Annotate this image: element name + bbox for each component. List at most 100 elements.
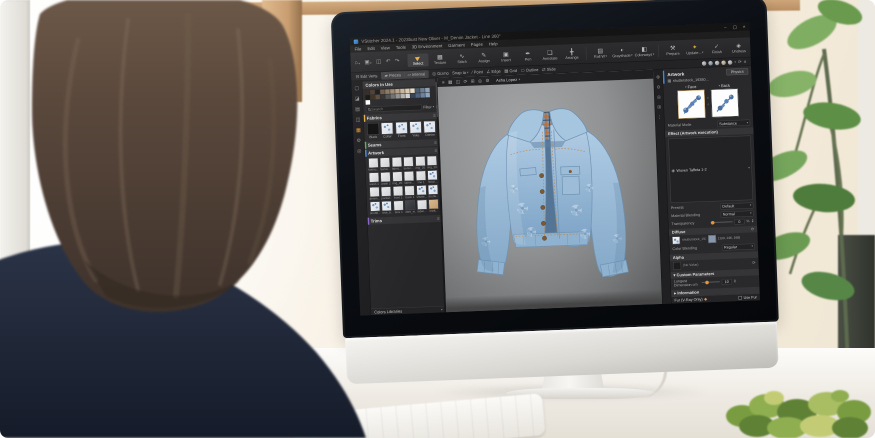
artwork-item[interactable]: line 1 [415, 170, 426, 184]
target-icon[interactable]: ◎ [478, 78, 482, 84]
view-preset-4[interactable] [721, 60, 726, 65]
back-artwork-thumbnail[interactable] [711, 88, 739, 117]
artwork-name: floral… [428, 181, 438, 184]
panel-menu-icon[interactable]: ≡ [442, 79, 445, 85]
tool-insert-button[interactable]: ▣Insert [495, 50, 516, 64]
option-outline[interactable]: ▭Outline [520, 67, 538, 73]
transparency-value[interactable]: 0 [734, 219, 744, 225]
fabric-item-denim[interactable]: Denim [423, 121, 436, 137]
view-presets-caret-icon[interactable]: ▾ [734, 60, 736, 64]
artwork-item[interactable]: img_20… [415, 156, 426, 170]
transparency-slider[interactable] [710, 221, 732, 223]
artwork-menu-icon[interactable]: ≡ [434, 148, 437, 153]
fabric-item-yoke[interactable]: Yoke [409, 121, 422, 137]
effect-select[interactable]: ◉ Woven Taffeta 1-2▾ [668, 135, 753, 202]
tool-grayshade-button[interactable]: ◐Grayshade▾ [612, 45, 633, 59]
physics-button[interactable]: Physics [726, 68, 748, 75]
artwork-name: shutte… [428, 195, 439, 198]
option-edge[interactable]: ∠Edge [486, 68, 501, 74]
option-point[interactable]: ∕Point [472, 69, 483, 74]
option-snap-to[interactable]: Snap to▾ [452, 70, 468, 75]
face-artwork-thumbnail[interactable] [677, 90, 705, 119]
reset-view-icon[interactable]: ⟳ [738, 59, 742, 65]
refresh-icon[interactable]: ⟳ [463, 79, 467, 85]
artwork-item[interactable]: shutte… [428, 185, 439, 199]
fur-label: Fur (V-Ray Only) [674, 297, 702, 303]
color-swatch[interactable] [420, 93, 425, 98]
use-fur-checkbox[interactable] [738, 296, 742, 300]
trims-menu-icon[interactable]: ≡ [437, 216, 440, 221]
tool-texture-button[interactable]: ▦Texture [429, 52, 450, 66]
menu-help[interactable]: Help [489, 41, 498, 46]
color-blending-select[interactable]: Regular▾ [722, 243, 755, 250]
viewport-3d[interactable]: ≡▦◫⟳⊞◎⚙ Asha Lopez▾ [437, 70, 662, 313]
tool-pen-button[interactable]: ✒Pen [517, 49, 538, 63]
close-button[interactable]: × [743, 24, 746, 30]
filter-dropdown[interactable]: Filter▾ [423, 105, 434, 110]
face-label[interactable]: ▾Face [685, 85, 697, 90]
view-preset-2[interactable] [708, 61, 713, 66]
artwork-item[interactable]: floral… [427, 170, 438, 184]
color-swatch[interactable] [410, 88, 415, 93]
color-swatch[interactable] [425, 88, 430, 93]
view-preset-5[interactable] [728, 60, 733, 65]
collapse-panel-icon[interactable]: ≡ [744, 59, 747, 64]
artwork-item[interactable]: kraft… [428, 199, 439, 213]
artwork-item[interactable]: label… [416, 199, 427, 213]
avatar-dropdown[interactable]: Asha Lopez▾ [496, 77, 520, 82]
stitch-icon: ∿ [459, 53, 464, 59]
transparency-stepper[interactable]: ▲▼ [751, 219, 754, 223]
artwork-item[interactable]: shutte… [416, 185, 427, 199]
color-swatch[interactable] [415, 88, 420, 93]
minimize-button[interactable]: – [724, 25, 727, 31]
longest-dimension-value[interactable]: 10 [722, 279, 732, 285]
fit-view-icon[interactable]: ◎ [657, 94, 661, 100]
alpha-thumbnail[interactable] [673, 262, 681, 270]
diffuse-texture-thumbnail[interactable] [672, 236, 680, 244]
view-preset-3[interactable] [715, 60, 720, 65]
tool-assign-button[interactable]: ✎Assign [473, 51, 494, 65]
tool-stitch-button[interactable]: ∿Stitch [451, 51, 472, 65]
diffuse-texture-name: shutterstock_19380758… [682, 237, 706, 242]
diffuse-reset-icon[interactable]: ⟳ [751, 227, 755, 232]
longest-dimension-stepper[interactable]: ▲▼ [734, 279, 737, 283]
face-back-swap-arrows[interactable]: ›‹ [707, 96, 709, 107]
option-gizmo[interactable]: ◎Gizmo [432, 70, 449, 76]
color-swatch[interactable] [420, 88, 425, 93]
tool-annotate-button[interactable]: ❏Annotate [539, 48, 560, 62]
artwork-item[interactable]: img_20… [426, 156, 437, 170]
alpha-reset-icon[interactable]: ⟳ [752, 261, 756, 266]
tool-prepare-button[interactable]: ⚒Prepare [662, 43, 683, 57]
maximize-button[interactable]: ▢ [732, 24, 736, 30]
tool-update-button[interactable]: ✦Update...▾ [684, 42, 705, 56]
zoom-in-icon[interactable]: ⊕ [656, 74, 660, 80]
diffuse-color-swatch[interactable] [708, 235, 716, 243]
tool-roll-w-button[interactable]: ▤Roll W▾ [590, 46, 611, 60]
menu-garment[interactable]: Garment [448, 42, 465, 48]
seams-menu-icon[interactable]: ≡ [434, 140, 437, 145]
option-grid[interactable]: ▦Grid [504, 68, 517, 74]
longest-dimension-slider[interactable] [702, 281, 720, 283]
tool-colorways-button[interactable]: ◧Colorways▾ [634, 44, 655, 58]
color-swatch[interactable] [425, 93, 430, 98]
color-swatch[interactable] [415, 93, 420, 98]
tool-arrange-button[interactable]: ╋Arrange [561, 47, 582, 61]
color-swatch[interactable] [410, 93, 415, 98]
grid-icon[interactable]: ▦ [448, 79, 452, 85]
material-mode-select[interactable]: Substance▾ [717, 119, 750, 126]
zoom-out-icon[interactable]: ⊖ [657, 84, 661, 90]
tool-select-button[interactable]: ▶Select [407, 53, 428, 67]
expand-icon[interactable]: ⊞ [471, 78, 475, 84]
fabrics-menu-icon[interactable]: ≡ [433, 113, 436, 118]
more-icon[interactable]: ⋮ [657, 114, 662, 120]
tool-undress-button[interactable]: ◈Undress [728, 41, 749, 55]
layers-icon[interactable]: ◫ [456, 79, 460, 85]
denim-jacket-3d-model[interactable] [446, 86, 653, 304]
option-slide[interactable]: ⇄Slide [542, 66, 556, 72]
view-preset-1[interactable] [702, 61, 707, 66]
camera-settings-icon[interactable]: ⚙ [485, 78, 489, 84]
pan-icon[interactable]: ⊞ [657, 104, 661, 110]
back-label[interactable]: ▾Back [718, 83, 730, 88]
tool-finish-button[interactable]: ✓Finish [706, 42, 727, 56]
menu-pages[interactable]: Pages [471, 42, 483, 47]
